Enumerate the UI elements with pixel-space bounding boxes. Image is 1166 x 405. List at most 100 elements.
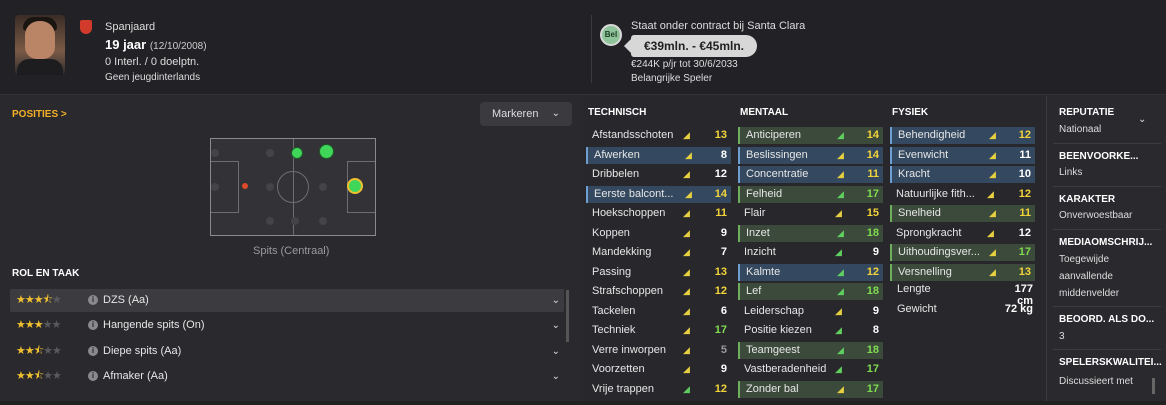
attribute-value: 15 — [866, 207, 879, 219]
attribute-value: 13 — [1018, 265, 1031, 278]
training-arrow-icon: ◢ — [683, 383, 690, 394]
role-row[interactable]: ★★★★★ i Hangende spits (On) ⌄ — [10, 314, 564, 337]
technical-attribute-row[interactable]: Voorzetten ◢ 9 — [586, 361, 731, 378]
mark-dropdown[interactable]: Markeren ⌄ — [480, 102, 572, 126]
mental-attribute-row[interactable]: Lef ◢ 18 — [738, 283, 883, 300]
mental-attribute-row[interactable]: Leiderschap ◢ 9 — [738, 303, 883, 320]
technical-attribute-row[interactable]: Dribbelen ◢ 12 — [586, 166, 731, 183]
media-description-line: middenvelder — [1059, 288, 1120, 299]
wage-info: €244K p/jr tot 30/6/2033 — [631, 59, 738, 70]
mental-attribute-row[interactable]: Felheid ◢ 17 — [738, 185, 883, 203]
attribute-value: 11 — [1019, 148, 1031, 161]
attribute-value: 6 — [720, 304, 727, 317]
role-row[interactable]: ★★★⯪★ i DZS (Aa) ⌄ — [10, 289, 564, 312]
training-arrow-icon: ◢ — [683, 364, 690, 374]
roles-scrollbar[interactable] — [566, 290, 569, 342]
physical-attribute-row[interactable]: Kracht ◢ 10 — [890, 166, 1035, 183]
info-icon[interactable]: i — [88, 295, 98, 305]
player-traits-title: SPELERSKWALITEI... — [1059, 357, 1162, 368]
attribute-value: 12 — [714, 382, 727, 395]
physical-attribute-row[interactable]: Uithoudingsver... ◢ 17 — [890, 244, 1035, 261]
physical-attribute-row[interactable]: Evenwicht ◢ 11 — [890, 146, 1035, 164]
youth-caps: Geen jeugdinterlands — [105, 72, 201, 83]
attribute-name: Versnelling — [898, 265, 952, 278]
media-description-title: MEDIAOMSCHRIJ... — [1059, 237, 1153, 248]
technical-attribute-row[interactable]: Koppen ◢ 9 — [586, 225, 731, 242]
technical-attribute-row[interactable]: Eerste balcont... ◢ 14 — [586, 185, 731, 203]
physical-attribute-row[interactable]: Natuurlijke fith... ◢ 12 — [890, 186, 1035, 203]
role-row[interactable]: ★★⯪★★ i Afmaker (Aa) ⌄ — [10, 365, 564, 388]
training-arrow-icon: ◢ — [987, 188, 994, 199]
mental-attribute-row[interactable]: Kalmte ◢ 12 — [738, 263, 883, 281]
attribute-value: 8 — [720, 148, 727, 161]
attribute-name: Uithoudingsver... — [898, 246, 980, 258]
physical-title: FYSIEK — [892, 107, 929, 118]
sidebar-scrollbar[interactable] — [1152, 378, 1155, 394]
physical-attribute-row[interactable]: Sprongkracht ◢ 12 — [890, 225, 1035, 242]
training-arrow-icon: ◢ — [835, 208, 842, 218]
training-arrow-icon: ◢ — [683, 169, 690, 179]
technical-attribute-row[interactable]: Verre inworpen ◢ 5 — [586, 342, 731, 359]
chevron-down-icon[interactable]: ⌄ — [552, 365, 560, 388]
transfer-value-badge: €39mln. - €45mln. — [624, 35, 757, 57]
mental-attribute-row[interactable]: Inzicht ◢ 9 — [738, 244, 883, 261]
attribute-value: 11 — [1019, 207, 1031, 219]
physical-attribute-row[interactable]: Versnelling ◢ 13 — [890, 263, 1035, 281]
positions-link[interactable]: POSITIES > — [12, 109, 67, 120]
technical-attribute-row[interactable]: Passing ◢ 13 — [586, 264, 731, 281]
chevron-down-icon[interactable]: ⌄ — [552, 340, 560, 363]
info-icon[interactable]: i — [88, 346, 98, 356]
training-arrow-icon: ◢ — [987, 227, 994, 238]
attribute-name: Beslissingen — [746, 148, 808, 161]
height-label: Lengte — [897, 283, 931, 295]
preferred-foot-value: Links — [1059, 167, 1083, 178]
technical-attribute-row[interactable]: Hoekschoppen ◢ 11 — [586, 205, 731, 222]
attribute-name: Anticiperen — [746, 129, 802, 141]
technical-attribute-row[interactable]: Afstandsschoten ◢ 13 — [586, 127, 731, 144]
attribute-value: 9 — [872, 246, 879, 258]
technical-attribute-row[interactable]: Mandekking ◢ 7 — [586, 244, 731, 261]
technical-attribute-row[interactable]: Afwerken ◢ 8 — [586, 146, 731, 164]
technical-attribute-row[interactable]: Strafschoppen ◢ 12 — [586, 283, 731, 300]
mental-attribute-row[interactable]: Inzet ◢ 18 — [738, 224, 883, 242]
club-badge-icon[interactable]: Bel — [600, 24, 622, 46]
role-row[interactable]: ★★⯪★★ i Diepe spits (Aa) ⌄ — [10, 340, 564, 363]
attribute-name: Strafschoppen — [592, 285, 663, 297]
attribute-value: 11 — [867, 168, 879, 180]
chevron-down-icon[interactable]: ⌄ — [1138, 114, 1146, 125]
attribute-name: Leiderschap — [744, 304, 804, 317]
player-header: Spanjaard 19 jaar (12/10/2008) 0 Interl.… — [0, 0, 1166, 95]
attribute-value: 13 — [714, 129, 727, 141]
technical-attribute-row[interactable]: Tackelen ◢ 6 — [586, 303, 731, 320]
attribute-name: Passing — [592, 265, 632, 278]
attribute-value: 18 — [866, 285, 879, 297]
technical-attribute-row[interactable]: Techniek ◢ 17 — [586, 322, 731, 339]
mental-attribute-row[interactable]: Vastberadenheid ◢ 17 — [738, 361, 883, 378]
attribute-value: 14 — [714, 187, 727, 200]
mental-attribute-row[interactable]: Flair ◢ 15 — [738, 205, 883, 222]
international-caps: 0 Interl. / 0 doelptn. — [105, 56, 200, 68]
mental-attribute-row[interactable]: Anticiperen ◢ 14 — [738, 127, 883, 144]
training-arrow-icon: ◢ — [837, 169, 844, 179]
mental-attribute-row[interactable]: Teamgeest ◢ 18 — [738, 341, 883, 359]
mental-attribute-row[interactable]: Beslissingen ◢ 14 — [738, 146, 883, 164]
technical-attribute-row[interactable]: Vrije trappen ◢ 12 — [586, 381, 731, 398]
mental-attribute-row[interactable]: Positie kiezen ◢ 8 — [738, 322, 883, 339]
chevron-down-icon[interactable]: ⌄ — [552, 314, 560, 337]
info-icon[interactable]: i — [88, 371, 98, 381]
nationality[interactable]: Spanjaard — [105, 21, 155, 33]
chevron-down-icon[interactable]: ⌄ — [552, 289, 560, 312]
nation-flag-icon[interactable] — [80, 20, 92, 34]
player-traits-value: Discussieert met — [1059, 376, 1133, 387]
training-arrow-icon: ◢ — [835, 325, 842, 335]
training-arrow-icon: ◢ — [989, 266, 996, 277]
contract-status[interactable]: Staat onder contract bij Santa Clara — [631, 20, 805, 32]
mental-attribute-row[interactable]: Concentratie ◢ 11 — [738, 166, 883, 183]
attribute-name: Verre inworpen — [592, 343, 666, 356]
attribute-value: 9 — [720, 363, 727, 375]
physical-attribute-row[interactable]: Snelheid ◢ 11 — [890, 205, 1035, 222]
physical-attribute-row[interactable]: Behendigheid ◢ 12 — [890, 127, 1035, 144]
info-icon[interactable]: i — [88, 320, 98, 330]
mental-attribute-row[interactable]: Zonder bal ◢ 17 — [738, 380, 883, 398]
attribute-name: Tackelen — [592, 304, 636, 317]
